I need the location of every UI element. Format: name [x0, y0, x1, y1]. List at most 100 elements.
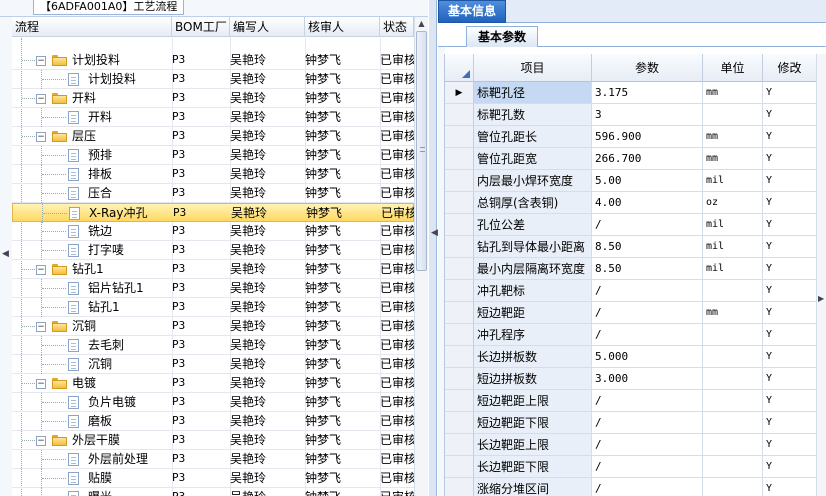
param-row[interactable]: 涨缩分堆区间 / Y — [445, 478, 816, 496]
tree-group-row[interactable]: − 层压 P3 吴艳玲 钟梦飞 已审核 — [12, 127, 414, 146]
arrow-left-icon[interactable]: ◀ — [2, 249, 9, 259]
tree-step-row[interactable]: 磨板 P3 吴艳玲 钟梦飞 已审核 — [12, 412, 414, 431]
tree-group-row[interactable]: − 钻孔1 P3 吴艳玲 钟梦飞 已审核 — [12, 260, 414, 279]
tree-step-row[interactable]: 沉铜 P3 吴艳玲 钟梦飞 已审核 — [12, 355, 414, 374]
tree-step-row[interactable]: 铝片钻孔1 P3 吴艳玲 钟梦飞 已审核 — [12, 279, 414, 298]
param-row[interactable]: 短边靶距上限 / Y — [445, 390, 816, 412]
param-unit-cell[interactable] — [703, 280, 763, 302]
param-unit-cell[interactable] — [703, 104, 763, 126]
param-row[interactable]: 短边靶距下限 / Y — [445, 412, 816, 434]
tree-group-row[interactable]: − 电镀 P3 吴艳玲 钟梦飞 已审核 — [12, 374, 414, 393]
param-row[interactable]: 管位孔距长 596.900 mm Y — [445, 126, 816, 148]
row-header[interactable] — [445, 170, 474, 192]
param-unit-cell[interactable]: mil — [703, 214, 763, 236]
tree-step-row[interactable]: 负片电镀 P3 吴艳玲 钟梦飞 已审核 — [12, 393, 414, 412]
tree-step-row[interactable]: 铣边 P3 吴艳玲 钟梦飞 已审核 — [12, 222, 414, 241]
param-unit-cell[interactable]: mm — [703, 126, 763, 148]
process-flow-tab[interactable]: 【6ADFA001A0】工艺流程 — [33, 0, 185, 15]
row-header[interactable] — [445, 192, 474, 214]
row-header[interactable] — [445, 214, 474, 236]
scroll-up-icon[interactable]: ▲ — [416, 18, 427, 29]
param-unit-cell[interactable]: mm — [703, 82, 763, 104]
param-unit-cell[interactable]: mil — [703, 170, 763, 192]
param-modify-cell[interactable]: Y — [763, 346, 816, 368]
column-header-writer[interactable]: 编写人 — [230, 17, 305, 37]
param-value-cell[interactable]: / — [592, 478, 703, 496]
collapse-toggle-icon[interactable]: − — [36, 265, 46, 275]
param-modify-cell[interactable]: Y — [763, 126, 816, 148]
scroll-thumb[interactable] — [416, 31, 427, 271]
column-header-unit[interactable]: 单位 — [703, 54, 763, 82]
row-header[interactable] — [445, 236, 474, 258]
tree-step-row[interactable]: 贴膜 P3 吴艳玲 钟梦飞 已审核 — [12, 469, 414, 488]
tree-step-row[interactable]: 曝光 P3吴艳玲钟梦飞已审核 — [12, 488, 414, 496]
param-value-cell[interactable]: 4.00 — [592, 192, 703, 214]
column-header-reviewer[interactable]: 核审人 — [305, 17, 380, 37]
arrow-right-icon[interactable]: ▶ — [818, 294, 824, 303]
param-unit-cell[interactable] — [703, 324, 763, 346]
param-value-cell[interactable]: / — [592, 456, 703, 478]
row-header[interactable] — [445, 346, 474, 368]
param-modify-cell[interactable]: Y — [763, 324, 816, 346]
grid-select-all[interactable] — [445, 54, 474, 82]
row-header[interactable] — [445, 126, 474, 148]
param-row[interactable]: 总铜厚(含表铜) 4.00 oz Y — [445, 192, 816, 214]
column-header-status[interactable]: 状态 — [380, 17, 414, 37]
tree-step-row[interactable]: 打字唛 P3 吴艳玲 钟梦飞 已审核 — [12, 241, 414, 260]
param-value-cell[interactable]: 5.00 — [592, 170, 703, 192]
row-header[interactable] — [445, 104, 474, 126]
tree-step-row[interactable]: 预排 P3 吴艳玲 钟梦飞 已审核 — [12, 146, 414, 165]
tree-group-row[interactable]: − 外层干膜 P3 吴艳玲 钟梦飞 已审核 — [12, 431, 414, 450]
row-header[interactable] — [445, 280, 474, 302]
param-row[interactable]: 短边靶距 / mm Y — [445, 302, 816, 324]
param-value-cell[interactable]: / — [592, 280, 703, 302]
arrow-left-icon[interactable]: ◀ — [431, 228, 438, 238]
current-row-icon[interactable]: ▶ — [445, 82, 474, 104]
tree-vertical-scrollbar[interactable]: ▲ — [414, 17, 428, 496]
param-modify-cell[interactable]: Y — [763, 192, 816, 214]
param-modify-cell[interactable]: Y — [763, 258, 816, 280]
tree-step-row[interactable]: 压合 P3 吴艳玲 钟梦飞 已审核 — [12, 184, 414, 203]
column-header-param[interactable]: 参数 — [592, 54, 703, 82]
param-modify-cell[interactable]: Y — [763, 302, 816, 324]
param-unit-cell[interactable] — [703, 412, 763, 434]
param-unit-cell[interactable] — [703, 434, 763, 456]
param-row[interactable]: 孔位公差 / mil Y — [445, 214, 816, 236]
row-header[interactable] — [445, 148, 474, 170]
param-value-cell[interactable]: 8.50 — [592, 258, 703, 280]
column-header-item[interactable]: 项目 — [474, 54, 592, 82]
param-row[interactable]: 内层最小焊环宽度 5.00 mil Y — [445, 170, 816, 192]
collapse-toggle-icon[interactable]: − — [36, 94, 46, 104]
param-row[interactable]: 钻孔到导体最小距离 8.50 mil Y — [445, 236, 816, 258]
param-modify-cell[interactable]: Y — [763, 214, 816, 236]
collapse-toggle-icon[interactable]: − — [36, 132, 46, 142]
param-row[interactable]: 冲孔靶标 / Y — [445, 280, 816, 302]
param-value-cell[interactable]: / — [592, 390, 703, 412]
param-modify-cell[interactable]: Y — [763, 368, 816, 390]
tree-step-row[interactable]: 开料 P3 吴艳玲 钟梦飞 已审核 — [12, 108, 414, 127]
panel-splitter[interactable] — [429, 0, 437, 496]
param-row[interactable]: 标靶孔数 3 Y — [445, 104, 816, 126]
param-modify-cell[interactable]: Y — [763, 170, 816, 192]
column-header-flow[interactable]: 流程 — [12, 17, 172, 37]
param-unit-cell[interactable] — [703, 456, 763, 478]
tab-basic-params[interactable]: 基本参数 — [466, 26, 538, 47]
param-unit-cell[interactable]: oz — [703, 192, 763, 214]
param-modify-cell[interactable]: Y — [763, 390, 816, 412]
param-value-cell[interactable]: 3.000 — [592, 368, 703, 390]
param-row[interactable]: 管位孔距宽 266.700 mm Y — [445, 148, 816, 170]
param-row[interactable]: 冲孔程序 / Y — [445, 324, 816, 346]
param-value-cell[interactable]: / — [592, 302, 703, 324]
row-header[interactable] — [445, 478, 474, 496]
collapse-toggle-icon[interactable]: − — [36, 436, 46, 446]
param-modify-cell[interactable]: Y — [763, 280, 816, 302]
param-unit-cell[interactable]: mil — [703, 258, 763, 280]
param-row[interactable]: 短边拼板数 3.000 Y — [445, 368, 816, 390]
row-header[interactable] — [445, 258, 474, 280]
collapse-toggle-icon[interactable]: − — [36, 56, 46, 66]
param-value-cell[interactable]: 3.175 — [592, 82, 703, 104]
tree-step-row[interactable]: 排板 P3 吴艳玲 钟梦飞 已审核 — [12, 165, 414, 184]
param-row[interactable]: 长边拼板数 5.000 Y — [445, 346, 816, 368]
param-modify-cell[interactable]: Y — [763, 236, 816, 258]
left-collapse-gutter[interactable]: ◀ — [0, 17, 12, 496]
